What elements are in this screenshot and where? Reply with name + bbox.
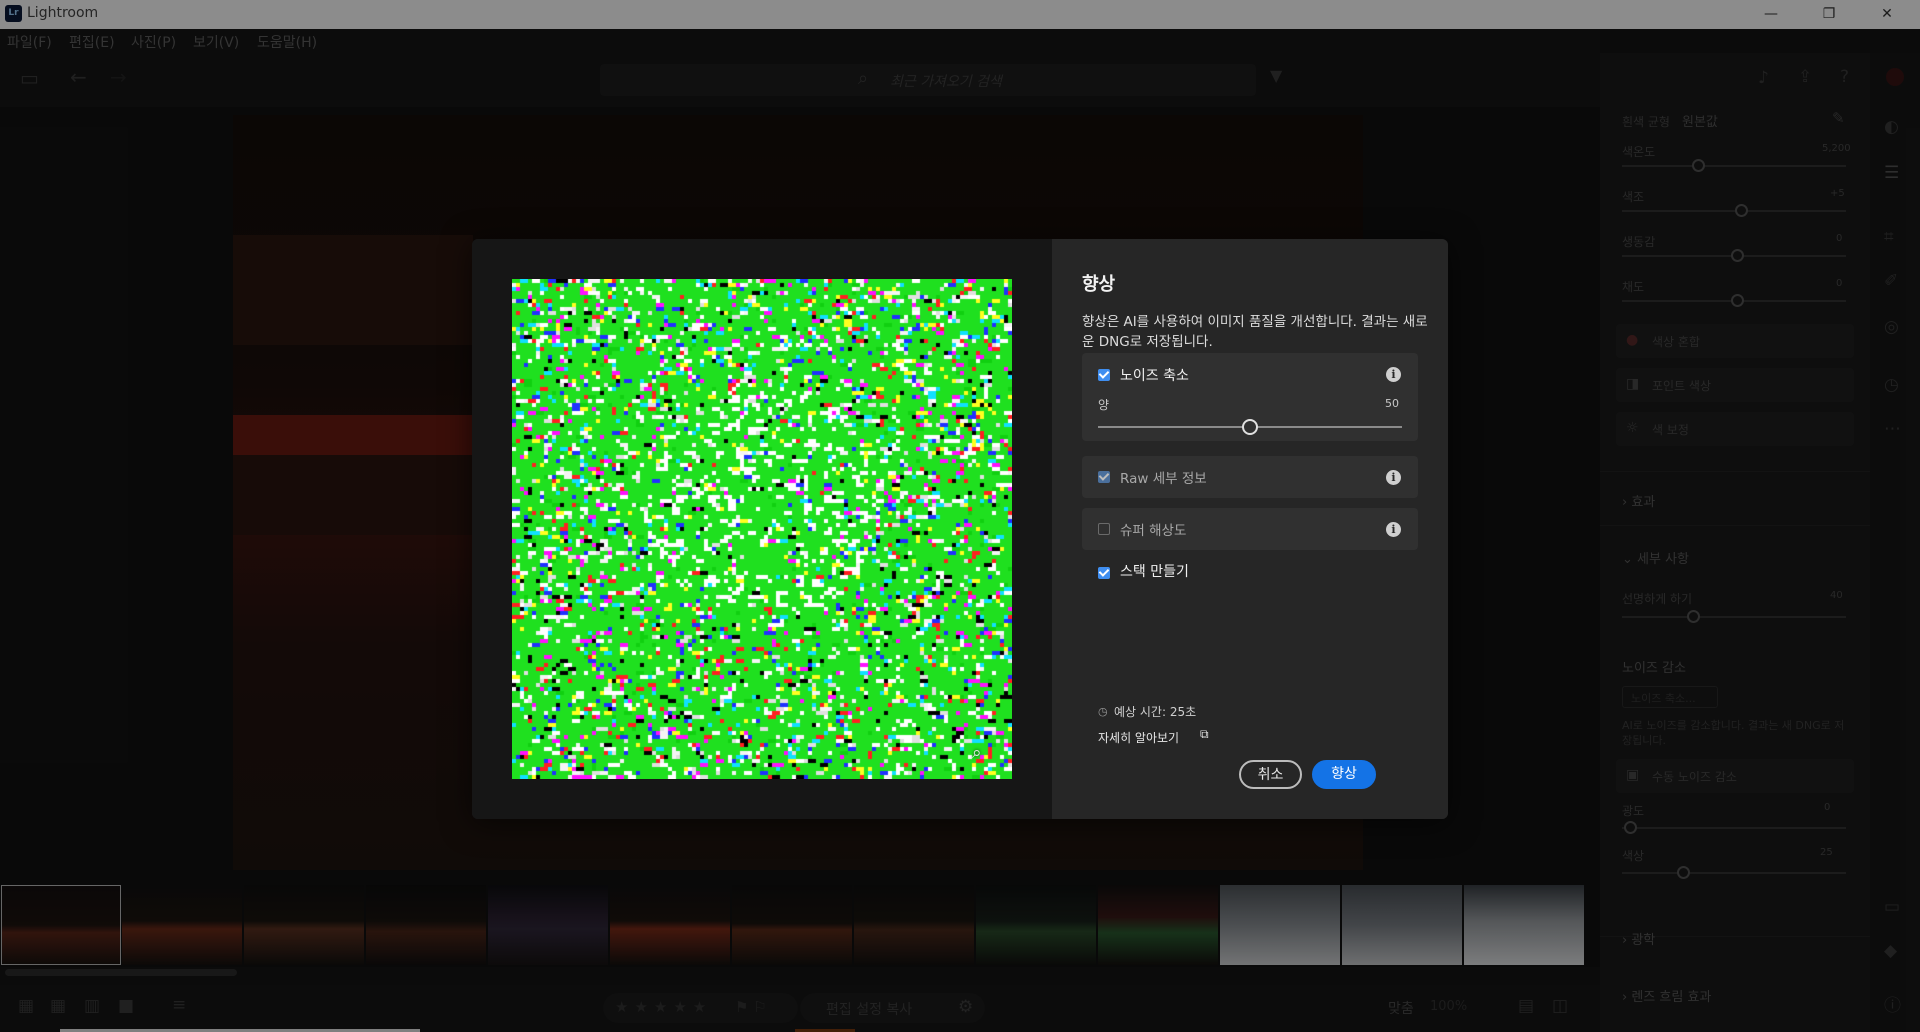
amount-slider-handle[interactable]: [1242, 419, 1258, 435]
create-stack-checkbox[interactable]: [1098, 567, 1110, 579]
dialog-title: 향상: [1082, 274, 1116, 295]
denoise-option: 노이즈 축소 i 양 50: [1082, 353, 1418, 441]
estimated-time: 예상 시간: 25초: [1114, 705, 1197, 719]
raw-details-label: Raw 세부 정보: [1120, 471, 1207, 487]
dialog-description: 향상은 AI를 사용하여 이미지 품질을 개선합니다. 결과는 새로운 DNG로…: [1082, 314, 1428, 350]
clock-icon: ◷: [1098, 705, 1108, 718]
create-stack-label: 스택 만들기: [1120, 564, 1189, 580]
raw-details-info-icon[interactable]: i: [1386, 470, 1401, 485]
denoise-info-icon[interactable]: i: [1386, 367, 1401, 382]
super-resolution-info-icon[interactable]: i: [1386, 522, 1401, 537]
super-resolution-option: 슈퍼 해상도 i: [1082, 508, 1418, 550]
enhance-button[interactable]: 향상: [1312, 760, 1376, 789]
zoom-preview-icon[interactable]: ⌕: [972, 743, 982, 763]
enhance-dialog: ⌕ 향상 향상은 AI를 사용하여 이미지 품질을 개선합니다. 결과는 새로운…: [472, 239, 1448, 819]
cancel-button[interactable]: 취소: [1239, 760, 1302, 789]
learn-more-link[interactable]: 자세히 알아보기: [1098, 729, 1179, 746]
denoise-label: 노이즈 축소: [1120, 368, 1189, 384]
super-resolution-checkbox[interactable]: [1098, 523, 1110, 535]
external-link-icon[interactable]: ⧉: [1200, 727, 1209, 742]
raw-details-checkbox[interactable]: [1098, 471, 1110, 483]
super-resolution-label: 슈퍼 해상도: [1120, 523, 1187, 539]
preview-panel: ⌕: [472, 239, 1052, 819]
enhance-preview-image[interactable]: [512, 279, 1012, 779]
raw-details-option: Raw 세부 정보 i: [1082, 456, 1418, 498]
denoise-checkbox[interactable]: [1098, 369, 1110, 381]
enhance-options-panel: 향상 향상은 AI를 사용하여 이미지 품질을 개선합니다. 결과는 새로운 D…: [1052, 239, 1448, 819]
amount-value: 50: [1385, 397, 1399, 410]
amount-label: 양: [1098, 398, 1110, 412]
